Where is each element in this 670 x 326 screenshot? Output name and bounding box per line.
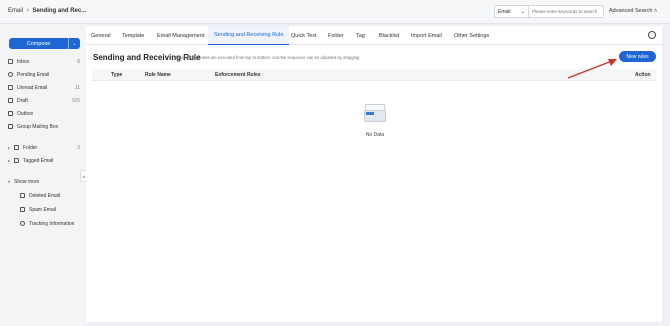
sidebar-item-label: Draft: [17, 97, 28, 104]
chevron-right-icon[interactable]: ▸: [8, 145, 13, 150]
sidebar-item-folder[interactable]: ▸ Folder 3: [8, 143, 80, 152]
breadcrumb-root[interactable]: Email: [8, 8, 23, 14]
trash-icon: [20, 193, 25, 198]
tab-blacklist[interactable]: Blacklist: [379, 26, 399, 45]
search-scope-select[interactable]: Email ⌄: [495, 6, 529, 17]
show-more-toggle[interactable]: ▾ Show more: [8, 177, 80, 186]
search-input[interactable]: [529, 9, 603, 14]
chevron-down-icon: ▾: [8, 179, 11, 184]
sidebar-item-label: Inbox: [17, 58, 30, 65]
tab-template[interactable]: Template: [122, 26, 144, 45]
tab-tag[interactable]: Tag: [356, 26, 365, 45]
sidebar-item-inbox[interactable]: Inbox 8: [8, 57, 80, 66]
sidebar-item-pending[interactable]: Pending Email: [8, 70, 80, 79]
sidebar-item-label: Deleted Email: [29, 192, 61, 199]
column-type: Type: [111, 72, 123, 78]
tab-general[interactable]: General: [91, 26, 111, 45]
clock-icon: [8, 72, 13, 77]
breadcrumb-separator: >: [26, 8, 30, 14]
top-bar: Email > Sending and Rec... Email ⌄ Advan…: [0, 0, 670, 24]
chevron-up-icon: ˄: [653, 8, 658, 14]
empty-state-text: No Data: [365, 132, 385, 138]
sidebar-item-draft[interactable]: Draft 105: [8, 96, 80, 105]
chevron-right-icon[interactable]: ▸: [8, 158, 13, 163]
outbox-icon: [8, 111, 13, 116]
settings-tabs: General Template Email Management Sendin…: [86, 26, 662, 45]
search-scope-value: Email: [498, 8, 511, 15]
compose-button[interactable]: Compose ⌄: [9, 38, 80, 49]
breadcrumb: Email > Sending and Rec...: [8, 8, 86, 14]
tab-other-settings[interactable]: Other Settings: [454, 26, 489, 45]
tag-icon: [14, 158, 19, 163]
tab-quick-text[interactable]: Quick Text: [291, 26, 317, 45]
sidebar-item-tracking[interactable]: Tracking Information: [20, 219, 80, 228]
compose-dropdown-icon[interactable]: ⌄: [68, 38, 80, 49]
breadcrumb-current: Sending and Rec...: [32, 8, 87, 14]
sidebar-item-label: Pending Email: [17, 71, 50, 78]
tab-sending-receiving-rule[interactable]: Sending and Receiving Rule: [208, 26, 290, 45]
advanced-search-button[interactable]: Advanced Search ˄: [609, 8, 657, 14]
page-description: Email receipt rules are executed from to…: [175, 55, 360, 60]
sidebar-item-label: Folder: [23, 144, 38, 151]
sidebar-item-count: 105: [71, 97, 80, 104]
draft-icon: [8, 98, 13, 103]
sidebar-item-count: 3: [77, 144, 80, 151]
column-action: Action: [635, 72, 651, 78]
sidebar-item-label: Outbox: [17, 110, 34, 117]
tracking-icon: [20, 221, 25, 226]
group-mail-icon: [8, 124, 13, 129]
search-bar: Email ⌄: [494, 5, 604, 18]
sidebar-item-outbox[interactable]: Outbox: [8, 109, 80, 118]
sidebar-item-label: Unread Email: [17, 84, 48, 91]
tab-folder[interactable]: Folder: [328, 26, 344, 45]
help-icon[interactable]: [648, 31, 656, 39]
folder-icon: [14, 145, 19, 150]
empty-box-icon: [364, 104, 386, 122]
sidebar-item-label: Spam Email: [29, 206, 56, 213]
sidebar-item-count: 8: [77, 58, 80, 65]
compose-label: Compose: [26, 40, 51, 47]
tab-import-email[interactable]: Import Email: [411, 26, 442, 45]
main-panel: General Template Email Management Sendin…: [86, 26, 662, 322]
tab-email-management[interactable]: Email Management: [157, 26, 204, 45]
sidebar-item-label: Group Mailing Box: [17, 123, 59, 130]
sidebar-item-count: 11: [74, 84, 80, 91]
unread-mail-icon: [8, 85, 13, 90]
column-enforcement-rules: Enforcement Rules: [215, 72, 261, 78]
sidebar-item-label: Tagged Email: [23, 157, 54, 164]
spam-icon: [20, 207, 25, 212]
sidebar-item-spam[interactable]: Spam Email: [20, 205, 80, 214]
sidebar-item-group-mailing[interactable]: Group Mailing Box: [8, 122, 80, 131]
sidebar-item-tagged[interactable]: ▸ Tagged Email: [8, 156, 80, 165]
sidebar-item-deleted[interactable]: Deleted Email: [20, 191, 80, 200]
column-rule-name: Rule Name: [145, 72, 171, 78]
sidebar-item-unread[interactable]: Unread Email 11: [8, 83, 80, 92]
sidebar: Compose ⌄ Inbox 8 Pending Email Unread E…: [0, 24, 86, 326]
table-header: Type Rule Name Enforcement Rules Action: [92, 69, 656, 81]
show-more-label: Show more: [14, 178, 40, 185]
advanced-search-label: Advanced Search: [609, 8, 653, 14]
inbox-icon: [8, 59, 13, 64]
chevron-down-icon: ⌄: [520, 8, 525, 15]
sidebar-item-label: Tracking Information: [29, 220, 75, 227]
new-rules-button[interactable]: New rules: [619, 51, 656, 62]
